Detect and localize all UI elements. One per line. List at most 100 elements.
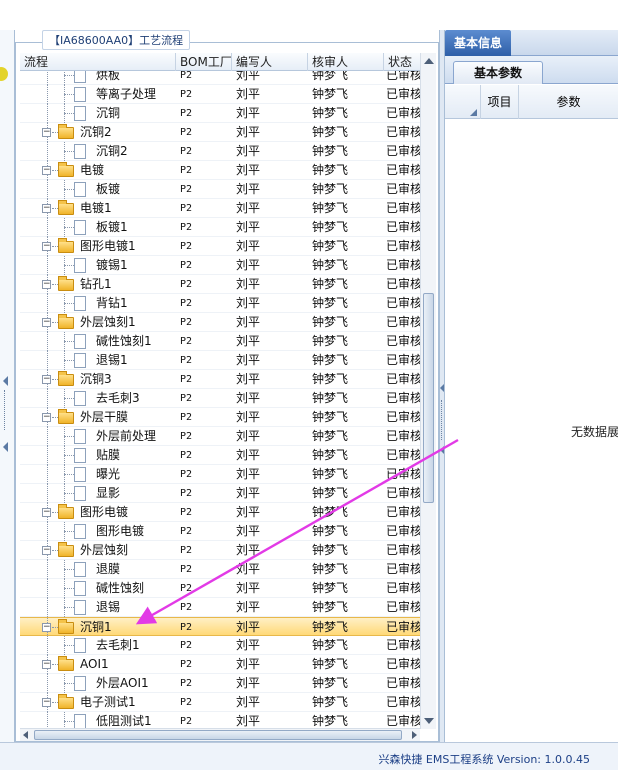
table-row[interactable]: 贴膜 P2 刘平 钟梦飞 已审核 <box>20 446 420 465</box>
collapse-node-icon[interactable]: − <box>42 375 51 384</box>
collapse-node-icon[interactable]: − <box>42 242 51 251</box>
bom-factory-cell: P2 <box>180 545 193 556</box>
table-row[interactable]: 等离子处理 P2 刘平 钟梦飞 已审核 <box>20 85 420 104</box>
writer-cell: 刘平 <box>236 410 261 424</box>
splitter-arrow-icon[interactable] <box>440 384 444 392</box>
collapse-node-icon[interactable]: − <box>42 508 51 517</box>
scroll-thumb[interactable] <box>423 293 434 503</box>
column-header-bom-factory[interactable]: BOM工厂 <box>176 53 232 71</box>
column-header-reviewer[interactable]: 核审人 <box>308 53 384 71</box>
table-row[interactable]: 退膜 P2 刘平 钟梦飞 已审核 <box>20 560 420 579</box>
column-header-param[interactable]: 参数 <box>519 85 618 119</box>
collapse-node-icon[interactable]: − <box>42 280 51 289</box>
table-row[interactable]: 退锡 P2 刘平 钟梦飞 已审核 <box>20 598 420 617</box>
table-row[interactable]: 外层AOI1 P2 刘平 钟梦飞 已审核 <box>20 674 420 693</box>
column-header-writer[interactable]: 编写人 <box>232 53 308 71</box>
hscroll-thumb[interactable] <box>34 730 402 740</box>
table-row[interactable]: 板镀 P2 刘平 钟梦飞 已审核 <box>20 180 420 199</box>
process-cell: 沉铜 <box>20 104 175 123</box>
collapse-node-icon[interactable]: − <box>42 698 51 707</box>
reviewer-cell: 钟梦飞 <box>312 429 349 443</box>
tab-basic-params[interactable]: 基本参数 <box>453 61 543 84</box>
status-cell: 已审核 <box>386 543 420 557</box>
collapse-node-icon[interactable]: − <box>42 623 51 632</box>
document-icon <box>74 429 86 444</box>
process-cell: 板镀1 <box>20 218 175 237</box>
table-row[interactable]: 镀锡1 P2 刘平 钟梦飞 已审核 <box>20 256 420 275</box>
collapse-node-icon[interactable]: − <box>42 204 51 213</box>
writer-cell: 刘平 <box>236 638 261 652</box>
table-row[interactable]: − 电子测试1 P2 刘平 钟梦飞 已审核 <box>20 693 420 712</box>
collapse-node-icon[interactable]: − <box>42 318 51 327</box>
collapse-node-icon[interactable]: − <box>42 413 51 422</box>
table-row[interactable]: 板镀1 P2 刘平 钟梦飞 已审核 <box>20 218 420 237</box>
table-row[interactable]: 沉铜2 P2 刘平 钟梦飞 已审核 <box>20 142 420 161</box>
basic-info-panel: 基本信息 基本参数 项目 参数 无数据展 <box>445 30 618 742</box>
table-row[interactable]: − 沉铜2 P2 刘平 钟梦飞 已审核 <box>20 123 420 142</box>
process-cell: 碱性蚀刻 <box>20 579 175 598</box>
table-row[interactable]: − 外层干膜 P2 刘平 钟梦飞 已审核 <box>20 408 420 427</box>
table-row[interactable]: 低阻测试1 P2 刘平 钟梦飞 已审核 <box>20 712 420 728</box>
table-row[interactable]: 去毛刺3 P2 刘平 钟梦飞 已审核 <box>20 389 420 408</box>
table-row[interactable]: − 沉铜3 P2 刘平 钟梦飞 已审核 <box>20 370 420 389</box>
table-row[interactable]: 去毛刺1 P2 刘平 钟梦飞 已审核 <box>20 636 420 655</box>
table-row[interactable]: 退锡1 P2 刘平 钟梦飞 已审核 <box>20 351 420 370</box>
splitter-arrow-icon-2[interactable] <box>440 446 444 454</box>
status-cell: 已审核 <box>386 315 420 329</box>
table-row[interactable]: 曝光 P2 刘平 钟梦飞 已审核 <box>20 465 420 484</box>
tab-basic-info[interactable]: 基本信息 <box>445 30 511 56</box>
collapse-node-icon[interactable]: − <box>42 166 51 175</box>
table-row-selected[interactable]: − 沉铜1 P2 刘平 钟梦飞 已审核 <box>20 617 420 637</box>
table-row[interactable]: − AOI1 P2 刘平 钟梦飞 已审核 <box>20 655 420 674</box>
tree-line <box>64 569 74 570</box>
step-label: 碱性蚀刻1 <box>96 334 152 348</box>
tree-line <box>47 636 48 655</box>
process-label: 图形电镀1 <box>80 239 136 253</box>
writer-cell: 刘平 <box>236 714 261 728</box>
column-header-status[interactable]: 状态 <box>384 53 420 71</box>
process-cell: 退锡1 <box>20 351 175 370</box>
process-cell: 外层前处理 <box>20 427 175 446</box>
table-row[interactable]: − 钻孔1 P2 刘平 钟梦飞 已审核 <box>20 275 420 294</box>
table-row[interactable]: − 外层蚀刻 P2 刘平 钟梦飞 已审核 <box>20 541 420 560</box>
column-header-process[interactable]: 流程 <box>20 53 176 71</box>
table-row[interactable]: 背钻1 P2 刘平 钟梦飞 已审核 <box>20 294 420 313</box>
column-header-item[interactable]: 项目 <box>481 85 519 119</box>
grid-corner-icon[interactable] <box>445 85 481 119</box>
collapse-node-icon[interactable]: − <box>42 546 51 555</box>
table-row[interactable]: 碱性蚀刻1 P2 刘平 钟梦飞 已审核 <box>20 332 420 351</box>
collapse-left-icon-2[interactable] <box>3 442 8 452</box>
table-row[interactable]: 外层前处理 P2 刘平 钟梦飞 已审核 <box>20 427 420 446</box>
group-title: 【IA68600AA0】工艺流程 <box>42 30 191 50</box>
step-label: 板镀1 <box>96 220 128 234</box>
process-label: 外层蚀刻1 <box>80 315 136 329</box>
table-row[interactable]: − 外层蚀刻1 P2 刘平 钟梦飞 已审核 <box>20 313 420 332</box>
scroll-down-icon[interactable] <box>424 718 434 724</box>
collapse-left-icon[interactable] <box>3 376 8 386</box>
collapse-node-icon[interactable]: − <box>42 660 51 669</box>
table-row[interactable]: − 电镀1 P2 刘平 钟梦飞 已审核 <box>20 199 420 218</box>
process-cell: 曝光 <box>20 465 175 484</box>
table-row[interactable]: − 图形电镀1 P2 刘平 钟梦飞 已审核 <box>20 237 420 256</box>
splitter-grip-icon[interactable] <box>4 390 9 430</box>
scroll-right-icon[interactable] <box>412 731 417 739</box>
scroll-up-icon[interactable] <box>424 58 434 64</box>
horizontal-scrollbar[interactable] <box>20 728 420 741</box>
table-row[interactable]: 沉铜 P2 刘平 钟梦飞 已审核 <box>20 104 420 123</box>
table-row[interactable]: 碱性蚀刻 P2 刘平 钟梦飞 已审核 <box>20 579 420 598</box>
bom-factory-cell: P2 <box>180 146 193 157</box>
vertical-scrollbar[interactable] <box>420 53 436 729</box>
step-label: 显影 <box>96 486 121 500</box>
bom-factory-cell: P2 <box>180 564 193 575</box>
splitter-grip-icon-2[interactable] <box>441 400 443 440</box>
table-row[interactable]: 图形电镀 P2 刘平 钟梦飞 已审核 <box>20 522 420 541</box>
scroll-left-icon[interactable] <box>23 731 28 739</box>
collapse-node-icon[interactable]: − <box>42 128 51 137</box>
table-row[interactable]: − 电镀 P2 刘平 钟梦飞 已审核 <box>20 161 420 180</box>
table-row[interactable]: 显影 P2 刘平 钟梦飞 已审核 <box>20 484 420 503</box>
folder-icon <box>58 619 74 634</box>
status-cell: 已审核 <box>386 524 420 538</box>
process-cell: 背钻1 <box>20 294 175 313</box>
writer-cell: 刘平 <box>236 334 261 348</box>
table-row[interactable]: − 图形电镀 P2 刘平 钟梦飞 已审核 <box>20 503 420 522</box>
